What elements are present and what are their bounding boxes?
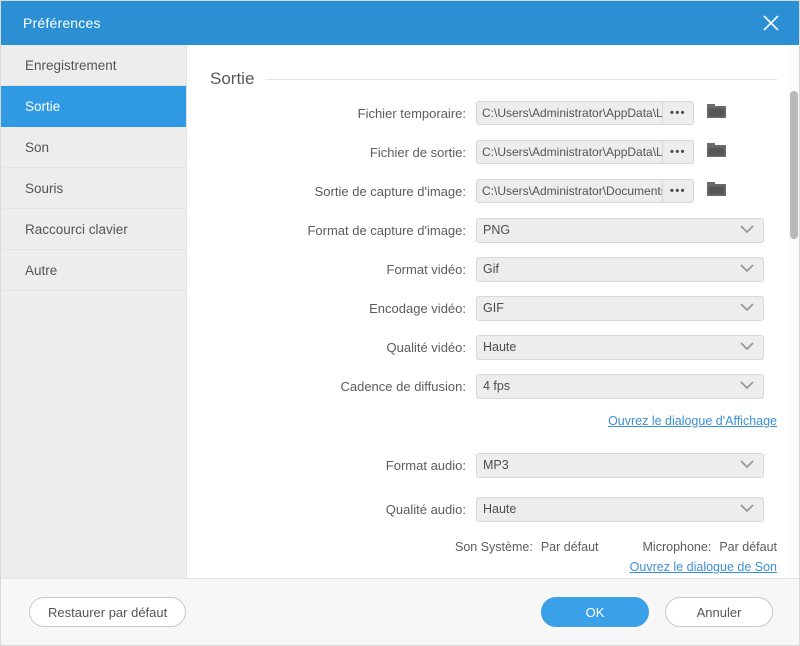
sidebar-item-label: Souris (25, 180, 64, 196)
field-row-frame-rate: Cadence de diffusion: 4 fps (188, 371, 799, 401)
field-row-temp-file: Fichier temporaire: C:\Users\Administrat… (188, 98, 799, 128)
temp-file-folder-button[interactable] (706, 103, 728, 123)
section-title: Sortie (210, 69, 255, 88)
folder-icon (706, 141, 727, 164)
close-icon (761, 13, 781, 33)
field-label: Fichier de sortie: (369, 144, 466, 160)
image-capture-output-input[interactable]: C:\Users\Administrator\Documents (476, 179, 662, 203)
select-value: Gif (483, 262, 499, 276)
field-row-output-file: Fichier de sortie: C:\Users\Administrato… (188, 137, 799, 167)
select-value: 4 fps (483, 379, 511, 393)
sidebar-item-souris[interactable]: Souris (1, 168, 186, 209)
chevron-down-icon (739, 379, 755, 393)
sound-dialog-link-row: Ouvrez le dialogue de Son (188, 560, 799, 574)
sidebar-item-label: Enregistrement (25, 57, 117, 73)
image-capture-format-select[interactable]: PNG (476, 217, 764, 243)
temp-file-browse-button[interactable]: ••• (662, 101, 694, 125)
sidebar-item-raccourci-clavier[interactable]: Raccourci clavier (1, 209, 186, 250)
field-row-audio-format: Format audio: MP3 (188, 450, 799, 480)
sidebar-item-label: Autre (25, 262, 58, 278)
sidebar-item-sortie[interactable]: Sortie (1, 86, 186, 127)
folder-icon (706, 180, 727, 203)
field-label: Qualité audio: (385, 501, 466, 517)
select-value: Haute (483, 502, 517, 516)
select-value: Haute (483, 340, 517, 354)
chevron-down-icon (739, 301, 755, 315)
chevron-down-icon (739, 340, 755, 354)
restore-defaults-button[interactable]: Restaurer par défaut (29, 597, 187, 627)
field-label: Sortie de capture d'image: (314, 183, 466, 199)
image-capture-output-folder-button[interactable] (706, 181, 728, 201)
folder-icon (706, 102, 727, 125)
audio-format-select[interactable]: MP3 (476, 452, 764, 478)
window-title: Préférences (23, 15, 101, 31)
field-row-image-capture-output: Sortie de capture d'image: C:\Users\Admi… (188, 176, 799, 206)
image-capture-output-browse-button[interactable]: ••• (662, 179, 694, 203)
dialog-footer: Restaurer par défaut OK Annuler (1, 578, 799, 645)
chevron-down-icon (739, 458, 755, 472)
output-file-input[interactable]: C:\Users\Administrator\AppData\Lo (476, 140, 662, 164)
field-row-video-quality: Qualité vidéo: Haute (188, 332, 799, 362)
content-scrollbar-track[interactable] (788, 45, 799, 580)
output-file-browse-button[interactable]: ••• (662, 140, 694, 164)
cancel-button[interactable]: Annuler (665, 597, 773, 627)
chevron-down-icon (739, 262, 755, 276)
frame-rate-select[interactable]: 4 fps (476, 373, 764, 399)
system-sound-value: Par défaut (540, 540, 599, 554)
section-divider (266, 78, 777, 80)
microphone-value: Par défaut (719, 540, 777, 554)
field-row-audio-quality: Qualité audio: Haute (188, 494, 799, 524)
field-label: Cadence de diffusion: (340, 378, 466, 394)
sidebar-item-label: Son (25, 139, 50, 155)
ok-button[interactable]: OK (541, 597, 649, 627)
title-bar: Préférences (1, 1, 799, 45)
field-row-video-encoding: Encodage vidéo: GIF (188, 293, 799, 323)
content-scrollbar-thumb[interactable] (790, 91, 798, 239)
section-header-sortie: Sortie (210, 69, 777, 89)
sidebar: Enregistrement Sortie Son Souris Raccour… (1, 45, 187, 580)
video-quality-select[interactable]: Haute (476, 334, 764, 360)
field-row-image-capture-format: Format de capture d'image: PNG (188, 215, 799, 245)
field-row-video-format: Format vidéo: Gif (188, 254, 799, 284)
open-sound-dialog-link[interactable]: Ouvrez le dialogue de Son (630, 560, 777, 574)
chevron-down-icon (739, 223, 755, 237)
preferences-dialog: Préférences Enregistrement Sortie Son So… (0, 0, 800, 646)
sidebar-item-enregistrement[interactable]: Enregistrement (1, 45, 186, 86)
sidebar-item-label: Sortie (25, 98, 61, 114)
open-display-dialog-link[interactable]: Ouvrez le dialogue d'Affichage (608, 414, 777, 428)
close-button[interactable] (753, 7, 789, 39)
video-format-select[interactable]: Gif (476, 256, 764, 282)
dialog-body: Enregistrement Sortie Son Souris Raccour… (1, 45, 799, 580)
microphone-label: Microphone: (642, 540, 712, 554)
field-label: Format vidéo: (386, 261, 466, 277)
select-value: PNG (483, 223, 511, 237)
select-value: GIF (483, 301, 504, 315)
select-value: MP3 (483, 458, 509, 472)
sidebar-item-label: Raccourci clavier (25, 221, 128, 237)
sidebar-item-autre[interactable]: Autre (1, 250, 186, 291)
field-label: Fichier temporaire: (357, 105, 466, 121)
field-label: Qualité vidéo: (386, 339, 467, 355)
chevron-down-icon (739, 502, 755, 516)
field-label: Format de capture d'image: (307, 222, 466, 238)
system-sound-label: Son Système: (455, 540, 533, 554)
display-dialog-link-row: Ouvrez le dialogue d'Affichage (188, 414, 799, 428)
sidebar-item-son[interactable]: Son (1, 127, 186, 168)
output-file-folder-button[interactable] (706, 142, 728, 162)
settings-content: Sortie Fichier temporaire: C:\Users\Admi… (188, 45, 799, 580)
audio-devices-info-row: Son Système: Par défaut Microphone: Par … (188, 540, 799, 554)
field-label: Encodage vidéo: (369, 300, 466, 316)
video-encoding-select[interactable]: GIF (476, 295, 764, 321)
audio-quality-select[interactable]: Haute (476, 496, 764, 522)
field-label: Format audio: (385, 457, 466, 473)
temp-file-input[interactable]: C:\Users\Administrator\AppData\Lo (476, 101, 662, 125)
